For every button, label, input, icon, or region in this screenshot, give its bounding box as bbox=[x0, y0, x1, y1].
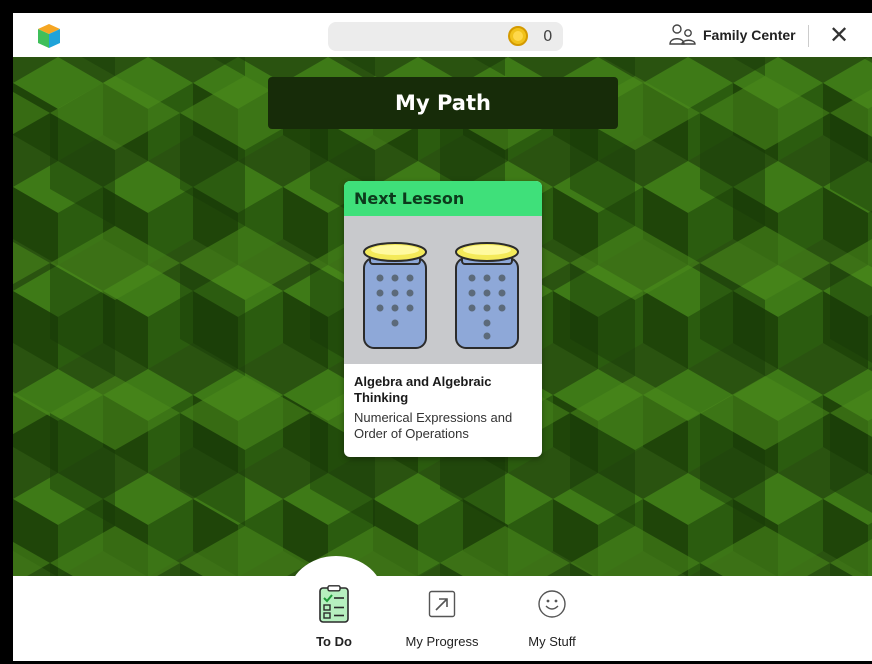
nav-my-stuff-label: My Stuff bbox=[528, 634, 576, 649]
nav-to-do-label: To Do bbox=[316, 634, 352, 649]
path-background: My Path Next Lesson Algebra and Algebrai… bbox=[13, 57, 872, 576]
lesson-title: Algebra and Algebraic Thinking bbox=[354, 374, 492, 405]
app-window: 0 Family Center ✕ My Path Next Lesson Al… bbox=[13, 13, 872, 661]
coin-count: 0 bbox=[543, 27, 553, 45]
nav-to-do[interactable]: To Do bbox=[289, 584, 379, 649]
family-center-button[interactable]: Family Center bbox=[669, 22, 796, 48]
page-title: My Path bbox=[268, 77, 618, 129]
nav-my-progress[interactable]: My Progress bbox=[397, 584, 487, 649]
nav-my-stuff[interactable]: My Stuff bbox=[507, 584, 597, 649]
close-icon[interactable]: ✕ bbox=[825, 21, 853, 49]
lesson-subtitle: Numerical Expressions and Order of Opera… bbox=[354, 410, 513, 441]
header-divider bbox=[808, 25, 809, 47]
smiley-icon bbox=[534, 584, 570, 624]
lesson-illustration bbox=[344, 216, 542, 364]
progress-arrow-icon bbox=[424, 584, 460, 624]
family-center-label: Family Center bbox=[703, 27, 796, 43]
top-bar: 0 Family Center ✕ bbox=[13, 13, 872, 57]
next-lesson-card[interactable]: Next Lesson Algebra and Algebraic Thinki… bbox=[344, 181, 542, 457]
cube-logo-icon[interactable] bbox=[37, 23, 61, 49]
checklist-icon bbox=[316, 584, 352, 624]
people-icon bbox=[669, 23, 697, 48]
nav-my-progress-label: My Progress bbox=[405, 634, 479, 649]
next-lesson-header: Next Lesson bbox=[344, 181, 542, 216]
coin-balance: 0 bbox=[328, 22, 563, 51]
coin-icon bbox=[508, 26, 528, 46]
